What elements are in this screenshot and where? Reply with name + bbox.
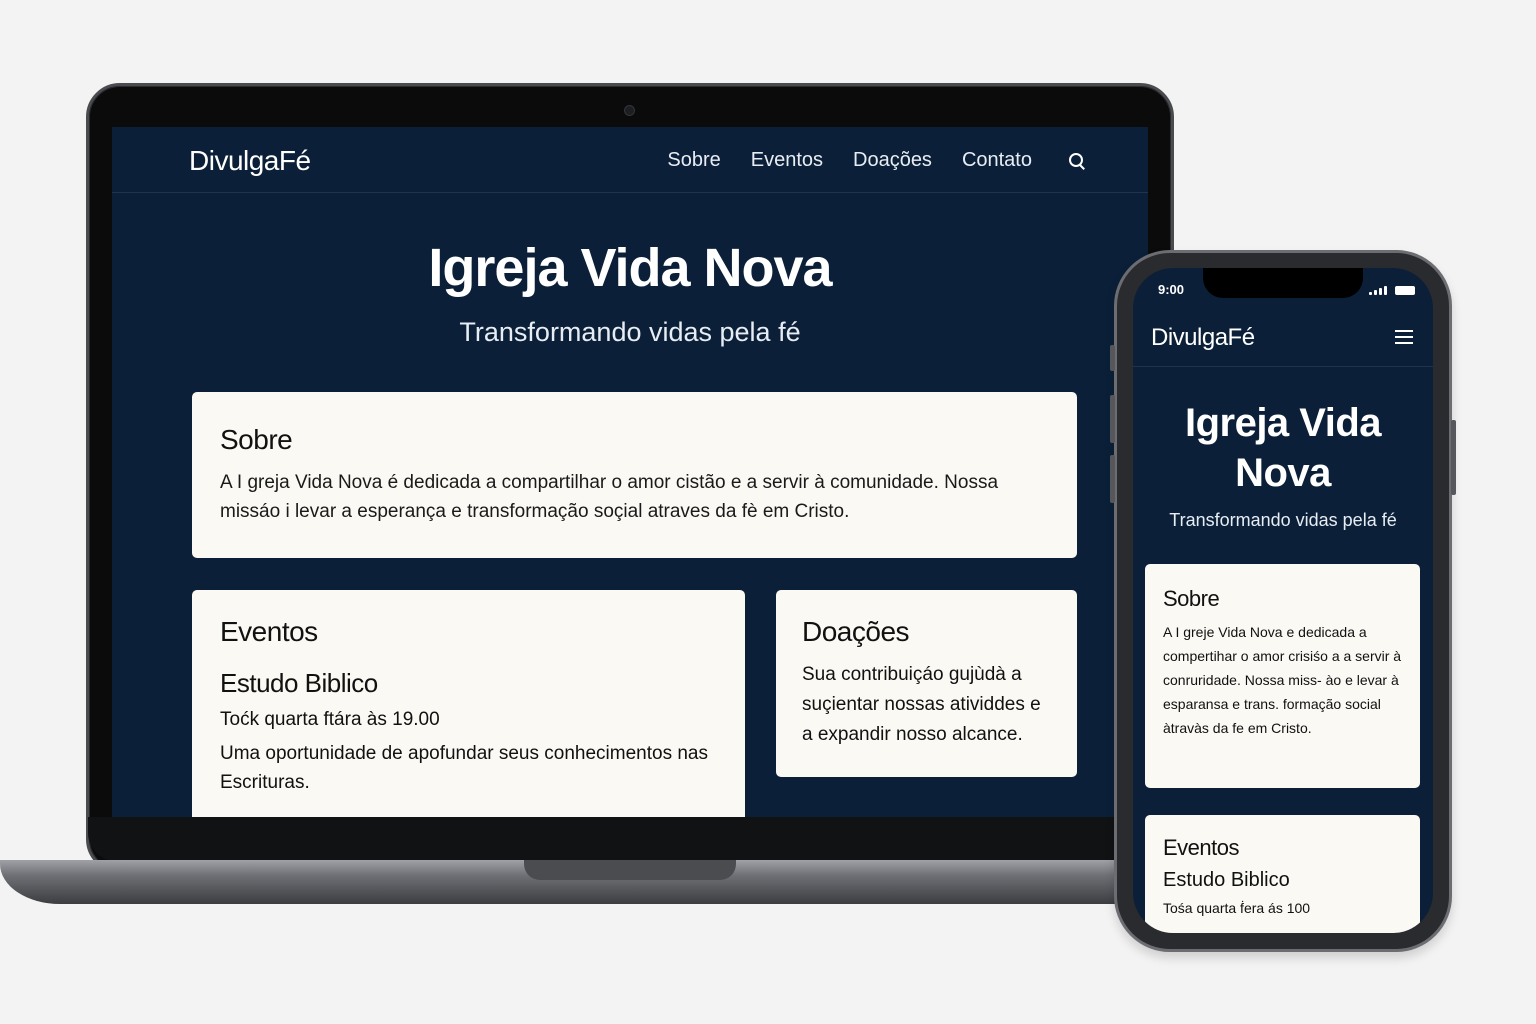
laptop-screen: DivulgaFé Sobre Eventos Doações Contato … — [112, 127, 1148, 817]
event-description: Uma oportunidade de apofundar seus conhe… — [220, 743, 708, 793]
eventos-card: Eventos Estudo Biblico Tośa quarta ḟera … — [1145, 815, 1420, 933]
signal-icon — [1369, 286, 1387, 295]
status-time: 9:00 — [1158, 282, 1185, 297]
sobre-card: Sobre A I greja Vida Nova é dedicada a c… — [192, 392, 1077, 558]
search-icon[interactable] — [1068, 152, 1086, 170]
hero-title: Igreja Vida Nova — [1184, 401, 1382, 495]
sobre-text: A I greja Vida Nova é dedicada a compart… — [220, 472, 999, 522]
doacoes-heading: Doações — [802, 616, 910, 647]
laptop-lower-bezel — [88, 817, 1170, 861]
phone-silent-switch — [1110, 345, 1115, 371]
nav-menu: Sobre Eventos Doações Contato — [667, 149, 1086, 172]
eventos-heading: Eventos — [220, 616, 318, 647]
sobre-card: Sobre A I greje Vida Nova e dedicada a c… — [1145, 564, 1420, 788]
nav-item-sobre[interactable]: Sobre — [667, 149, 720, 172]
laptop-trackpad-notch — [524, 860, 736, 880]
site-logo[interactable]: DivulgaFé — [1151, 324, 1255, 352]
hamburger-menu-icon[interactable] — [1395, 330, 1413, 344]
sobre-text: A I greje Vida Nova e dedicada a compert… — [1163, 624, 1402, 736]
laptop-camera — [624, 105, 635, 116]
phone-power-button — [1451, 420, 1456, 495]
sobre-heading: Sobre — [220, 424, 293, 455]
phone-screen: 9:00 DivulgaFé Igreja Vida Nova Transfor… — [1133, 268, 1433, 933]
battery-icon — [1395, 286, 1415, 295]
phone-volume-down — [1110, 455, 1115, 503]
phone-navbar: DivulgaFé — [1133, 312, 1433, 367]
nav-item-eventos[interactable]: Eventos — [751, 149, 823, 172]
doacoes-card: Doações Sua contribuiçáo gujùdà a suçien… — [776, 590, 1077, 777]
hero-title: Igreja Vida Nova — [428, 238, 832, 298]
laptop-navbar: DivulgaFé Sobre Eventos Doações Contato — [112, 127, 1148, 193]
phone-notch — [1203, 268, 1363, 298]
phone-volume-up — [1110, 395, 1115, 443]
sobre-heading: Sobre — [1163, 586, 1220, 611]
nav-item-contato[interactable]: Contato — [962, 149, 1032, 172]
eventos-heading: Eventos — [1163, 835, 1240, 860]
eventos-card: Eventos Estudo Biblico Toćk quarta ftára… — [192, 590, 745, 817]
event-title: Estudo Biblico — [1163, 869, 1290, 891]
hero-subtitle: Transformando vidas pela fé — [1169, 510, 1397, 530]
event-schedule: Toćk quarta ftára às 19.00 — [220, 709, 440, 730]
event-schedule: Tośa quarta ḟera ás 100 — [1163, 900, 1311, 916]
site-logo[interactable]: DivulgaFé — [189, 145, 311, 177]
nav-item-doacoes[interactable]: Doações — [853, 149, 932, 172]
event-title: Estudo Biblico — [220, 668, 378, 698]
doacoes-text: Sua contribuiçáo gujùdà a suçientar noss… — [802, 664, 1041, 745]
hero-subtitle: Transformando vidas pela fé — [459, 317, 801, 347]
